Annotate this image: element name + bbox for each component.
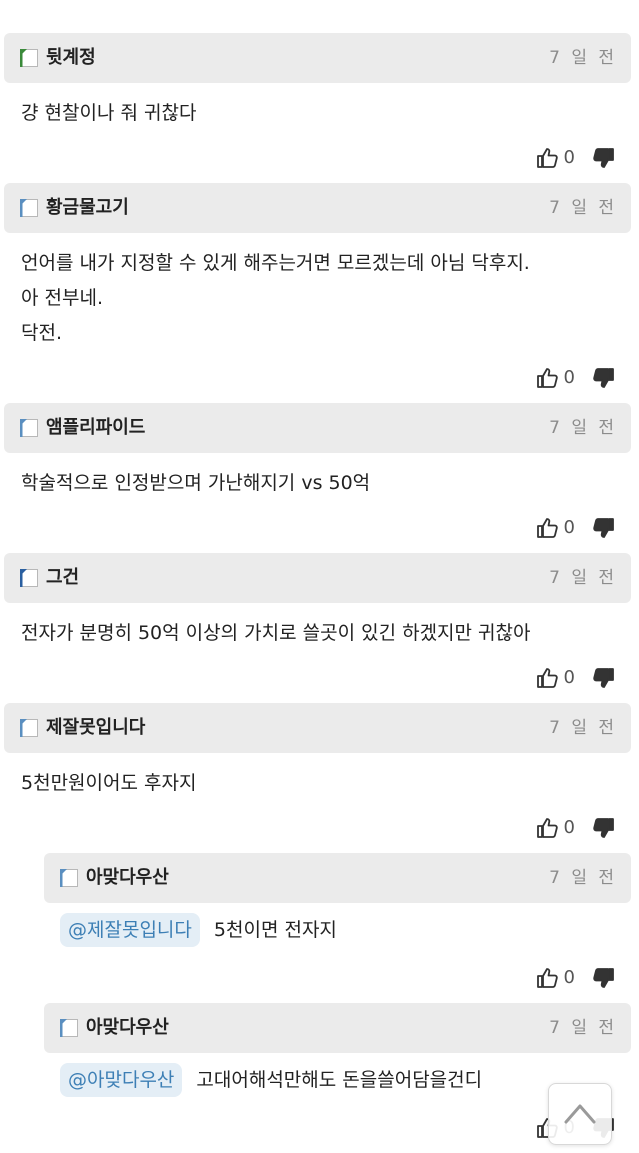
comment-actions: 0 xyxy=(536,515,615,541)
reply-text: 고대어해석만해도 돈을쓸어담을건디 xyxy=(196,1069,483,1091)
author-nickname[interactable]: 그건 xyxy=(46,566,79,590)
comment-time: 7 일 전 xyxy=(549,868,617,888)
level-badge-icon xyxy=(20,419,38,437)
comment-body: 5천만원이어도 후자지 xyxy=(21,766,196,801)
comment-actions: 0 xyxy=(536,815,615,841)
author-nickname[interactable]: 제잘못입니다 xyxy=(46,716,145,740)
comment-text-line: 5천만원이어도 후자지 xyxy=(21,772,197,794)
comment-text-line: 전자가 분명히 50억 이상의 가치로 쓸곳이 있긴 하겠지만 귀찮아 xyxy=(21,622,531,644)
thumbs-up-icon[interactable] xyxy=(536,516,560,540)
author-nickname[interactable]: 앰플리파이드 xyxy=(46,416,145,440)
comment-time: 7 일 전 xyxy=(549,48,617,68)
chevron-up-icon xyxy=(564,1104,596,1124)
comment-body: 전자가 분명히 50억 이상의 가치로 쓸곳이 있긴 하겠지만 귀찮아 xyxy=(21,616,531,651)
comment-time: 7 일 전 xyxy=(549,1018,617,1038)
comment-header: 뒷계정 7 일 전 xyxy=(4,33,631,83)
comment-text-line: 걍 현찰이나 줘 귀찮다 xyxy=(21,102,197,124)
reply-text: 5천이면 전자지 xyxy=(213,919,337,941)
level-badge-icon xyxy=(60,1019,78,1037)
thumbs-down-icon[interactable] xyxy=(591,146,615,170)
thumbs-up-icon[interactable] xyxy=(536,816,560,840)
comment-text-line: 학술적으로 인정받으며 가난해지기 vs 50억 xyxy=(21,472,371,494)
comment-header: 그건 7 일 전 xyxy=(4,553,631,603)
comment-time: 7 일 전 xyxy=(549,568,617,588)
mention-link[interactable]: @아맞다우산 xyxy=(60,1063,183,1097)
like-count: 0 xyxy=(563,367,575,388)
like-count: 0 xyxy=(563,967,575,988)
reply-item: 아맞다우산7 일 전@아맞다우산고대어해석만해도 돈을쓸어담을건디0 xyxy=(44,1003,631,1153)
thumbs-up-icon[interactable] xyxy=(536,146,560,170)
comment-item: 앰플리파이드 7 일 전학술적으로 인정받으며 가난해지기 vs 50억 0 xyxy=(4,403,631,553)
comment-item: 뒷계정 7 일 전걍 현찰이나 줘 귀찮다 0 xyxy=(4,33,631,183)
thumbs-down-icon[interactable] xyxy=(591,666,615,690)
thumbs-down-icon[interactable] xyxy=(591,816,615,840)
like-count: 0 xyxy=(563,147,575,168)
comment-time: 7 일 전 xyxy=(549,198,617,218)
comment-item: 제잘못입니다 7 일 전 5천만원이어도 후자지 0 xyxy=(4,703,631,853)
thumbs-up-icon[interactable] xyxy=(536,666,560,690)
comment-header: 아맞다우산 7 일 전 xyxy=(44,853,631,903)
comment-text-line: 아 전부네. xyxy=(21,287,103,309)
comment-body: 언어를 내가 지정할 수 있게 해주는거면 모르겠는데 아님 닥후지. 아 전부네… xyxy=(21,246,530,351)
comment-body: 걍 현찰이나 줘 귀찮다 xyxy=(21,96,196,131)
comment-actions: 0 xyxy=(536,145,615,171)
author-nickname[interactable]: 뒷계정 xyxy=(46,46,96,70)
comment-header: 제잘못입니다 7 일 전 xyxy=(4,703,631,753)
thumbs-up-icon[interactable] xyxy=(536,366,560,390)
comment-time: 7 일 전 xyxy=(549,418,617,438)
thumbs-up-icon[interactable] xyxy=(536,966,560,990)
comment-actions: 0 xyxy=(536,365,615,391)
like-count: 0 xyxy=(563,667,575,688)
comment-item: 황금물고기 7 일 전언어를 내가 지정할 수 있게 해주는거면 모르겠는데 아님… xyxy=(4,183,631,403)
thumbs-down-icon[interactable] xyxy=(591,966,615,990)
thumbs-down-icon[interactable] xyxy=(591,516,615,540)
author-nickname[interactable]: 아맞다우산 xyxy=(86,1016,169,1040)
author-nickname[interactable]: 아맞다우산 xyxy=(86,866,169,890)
comment-item: 그건 7 일 전전자가 분명히 50억 이상의 가치로 쓸곳이 있긴 하겠지만 귀… xyxy=(4,553,631,703)
comment-header: 앰플리파이드 7 일 전 xyxy=(4,403,631,453)
mention-link[interactable]: @제잘못입니다 xyxy=(60,913,200,947)
comment-body: 학술적으로 인정받으며 가난해지기 vs 50억 xyxy=(21,466,370,501)
like-count: 0 xyxy=(563,817,575,838)
level-badge-icon xyxy=(20,199,38,217)
reply-item: 아맞다우산 7 일 전 @제잘못입니다 5천이면 전자지 0 xyxy=(44,853,631,1003)
like-count: 0 xyxy=(563,517,575,538)
level-badge-icon xyxy=(20,49,38,67)
comment-text-line: 닥전. xyxy=(21,322,62,344)
comment-header: 황금물고기 7 일 전 xyxy=(4,183,631,233)
author-nickname[interactable]: 황금물고기 xyxy=(46,196,129,220)
comment-body: @아맞다우산 고대어해석만해도 돈을쓸어담을건디 xyxy=(60,1063,482,1098)
comment-actions: 0 xyxy=(536,965,615,991)
thumbs-down-icon[interactable] xyxy=(591,366,615,390)
scroll-to-top-button[interactable] xyxy=(548,1083,612,1145)
comment-time: 7 일 전 xyxy=(549,718,617,738)
level-badge-icon xyxy=(20,719,38,737)
comment-list: 뒷계정 7 일 전걍 현찰이나 줘 귀찮다 0 황금물고기 7 일 전 언어를 내가 지정… xyxy=(0,33,639,1153)
level-badge-icon xyxy=(60,869,78,887)
comment-text-line: 언어를 내가 지정할 수 있게 해주는거면 모르겠는데 아님 닥후지. xyxy=(21,252,530,274)
comment-header: 아맞다우산 7 일 전 xyxy=(44,1003,631,1053)
level-badge-icon xyxy=(20,569,38,587)
comment-body: @제잘못입니다 5천이면 전자지 xyxy=(60,913,337,948)
comment-actions: 0 xyxy=(536,665,615,691)
